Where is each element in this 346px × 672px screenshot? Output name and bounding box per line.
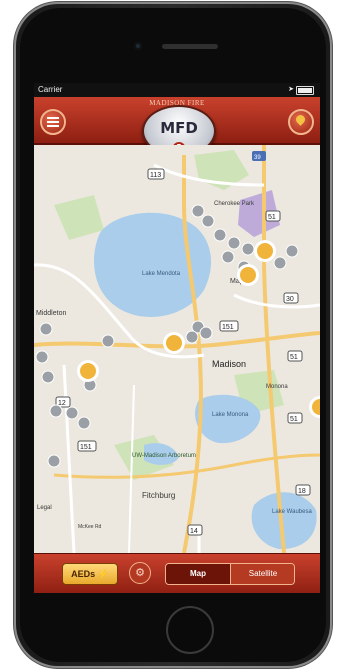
legal-link[interactable]: Legal <box>37 505 52 511</box>
earpiece-speaker <box>162 44 218 49</box>
map-segment-button[interactable]: Map <box>166 564 230 584</box>
svg-text:51: 51 <box>290 416 298 423</box>
route-shield: 51 <box>287 350 303 362</box>
svg-text:51: 51 <box>268 214 276 221</box>
map-label: Monona <box>266 384 288 390</box>
app-screen: Carrier ➤ MADISON FIRE MFD ▼ <box>34 83 320 593</box>
map-canvas[interactable]: Cherokee Park Lake Mendota Maple Middlet… <box>34 145 320 554</box>
status-bar: Carrier ➤ <box>34 83 320 97</box>
aeds-label: AEDs <box>71 569 96 579</box>
map-label: Lake Monona <box>212 412 249 418</box>
satellite-segment-button[interactable]: Satellite <box>230 564 294 584</box>
route-shield: 39 <box>252 151 266 161</box>
battery-icon <box>296 86 314 95</box>
svg-text:14: 14 <box>190 528 198 535</box>
map-label: Middleton <box>36 310 66 317</box>
svg-text:113: 113 <box>150 172 161 179</box>
menu-button[interactable] <box>40 109 66 135</box>
location-arrow-icon: ➤ <box>288 86 294 93</box>
map-label: McKee Rd <box>78 524 102 530</box>
map-pin-icon <box>294 113 307 126</box>
svg-text:39: 39 <box>254 155 261 161</box>
badge-label: MFD <box>160 119 198 137</box>
lightning-icon: ⚡ <box>97 569 109 579</box>
svg-text:18: 18 <box>298 488 306 495</box>
map-view[interactable]: Cherokee Park Lake Mendota Maple Middlet… <box>34 145 320 554</box>
hamburger-line <box>47 121 59 123</box>
route-shield: 51 <box>287 412 303 424</box>
svg-text:151: 151 <box>222 324 234 331</box>
bottom-toolbar: AEDs ⚡ ⚙ Map Satellite <box>34 553 320 593</box>
svg-text:51: 51 <box>290 354 298 361</box>
nav-bar: MADISON FIRE MFD ▼ <box>34 97 320 157</box>
front-camera <box>134 42 142 50</box>
map-label: Lake Waubesa <box>272 509 312 515</box>
route-shield: 18 <box>295 484 311 496</box>
hamburger-line <box>47 125 59 127</box>
route-shield: 113 <box>147 168 165 180</box>
route-shield: 30 <box>283 292 299 304</box>
route-shield: 151 <box>77 440 97 452</box>
location-button[interactable] <box>288 109 314 135</box>
map-label: Fitchburg <box>142 491 175 500</box>
route-shield: 151 <box>219 320 239 332</box>
route-shield: 51 <box>265 210 281 222</box>
carrier-label: Carrier <box>38 85 63 94</box>
settings-gear-icon[interactable]: ⚙ <box>129 562 151 584</box>
map-type-segmented-control[interactable]: Map Satellite <box>165 563 295 585</box>
map-label: Cherokee Park <box>214 201 255 207</box>
svg-text:151: 151 <box>80 444 92 451</box>
home-button[interactable] <box>166 606 214 654</box>
map-label: Lake Mendota <box>142 271 181 277</box>
map-label: Madison <box>212 359 246 369</box>
route-shield: 14 <box>187 524 203 536</box>
hamburger-icon <box>47 117 59 119</box>
svg-text:30: 30 <box>286 296 294 303</box>
aeds-button[interactable]: AEDs ⚡ <box>62 563 118 585</box>
map-label: UW-Madison Arboretum <box>132 453 196 459</box>
